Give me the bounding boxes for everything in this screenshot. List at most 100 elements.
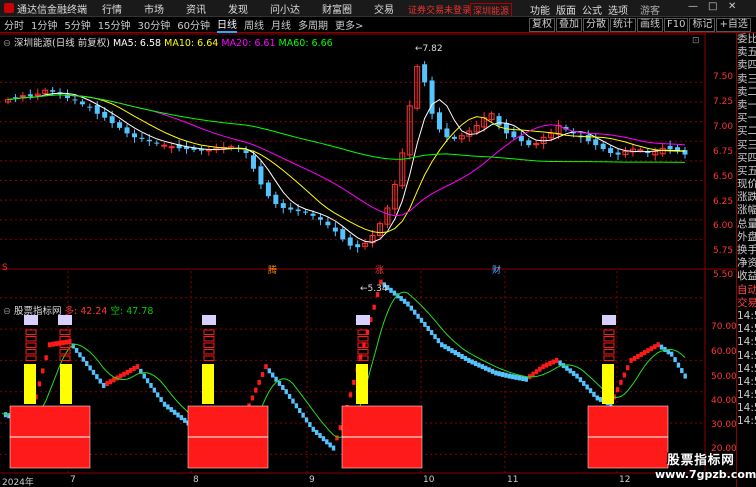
period-30min[interactable]: 30分钟 xyxy=(137,17,170,32)
indicator-bar xyxy=(595,395,599,401)
menu-banmian[interactable]: 版面 xyxy=(556,2,576,17)
menu-shichang[interactable]: 市场 xyxy=(144,1,164,16)
indicator-bar xyxy=(88,365,92,371)
candle-body xyxy=(146,139,152,142)
chart-collapse-icon[interactable]: ⊖ xyxy=(3,38,11,49)
menu-xuanxiang[interactable]: 选项 xyxy=(608,2,628,17)
indicator-bar xyxy=(254,387,258,393)
tongji-button[interactable]: 统计 xyxy=(610,18,636,32)
indicator-bar xyxy=(298,408,302,414)
ma5-value: MA5: 6.58 xyxy=(112,38,162,49)
add-watchlist-button[interactable]: +自选 xyxy=(716,18,751,32)
indicator-tick: 60.00 xyxy=(711,347,737,357)
close-icon[interactable]: ✕ xyxy=(728,1,736,12)
signal-yellow-bar xyxy=(60,364,72,404)
indicator-bar xyxy=(162,401,167,407)
login-notice[interactable]: 证券交易未登录 xyxy=(408,3,471,16)
period-1min[interactable]: 1分钟 xyxy=(31,17,57,32)
menu-jiaoyi[interactable]: 交易 xyxy=(374,1,394,16)
candle-body xyxy=(422,64,428,83)
indicator-bar xyxy=(649,346,654,352)
indicator-bar xyxy=(122,371,126,377)
watermark-title: 股票指标网 xyxy=(667,452,735,467)
stock-link[interactable]: 深圳能源 xyxy=(470,3,513,18)
period-fenshi[interactable]: 分时 xyxy=(4,17,24,32)
candle-body xyxy=(593,139,599,146)
event-marker[interactable]: 财 xyxy=(492,263,501,276)
indicator-bar xyxy=(37,381,42,387)
menu-zixun[interactable]: 资讯 xyxy=(186,1,206,16)
huaxian-button[interactable]: 画线 xyxy=(637,18,663,32)
indicator-bar xyxy=(183,417,187,423)
candle-body xyxy=(526,140,532,146)
quote-panel-item: 委比 xyxy=(737,33,756,45)
candle-body xyxy=(168,146,175,149)
indicator-bar xyxy=(673,357,677,363)
candle-body xyxy=(288,207,294,210)
user-label[interactable]: 游客 xyxy=(640,2,660,17)
candle-body xyxy=(637,149,644,152)
indicator-bar xyxy=(311,426,315,432)
indicator-bar xyxy=(250,395,255,401)
indicator-bar xyxy=(426,325,430,331)
indicator-bar xyxy=(646,348,650,354)
low-price-value: 5.34 xyxy=(367,284,388,294)
event-marker[interactable]: 腾 xyxy=(268,263,277,276)
menu-caifuquan[interactable]: 财富圈 xyxy=(322,1,352,16)
event-marker[interactable]: 涨 xyxy=(375,263,384,276)
minimize-icon[interactable]: — xyxy=(688,1,698,12)
indicator-bar xyxy=(118,373,123,379)
chevron-right-icon: > xyxy=(354,21,364,32)
signal-stack-mark xyxy=(203,342,215,348)
quote-panel-item: 卖二 xyxy=(737,85,756,98)
period-weekly[interactable]: 周线 xyxy=(244,17,264,32)
menu-gongshi[interactable]: 公式 xyxy=(582,2,602,17)
chart-toolbar: 复权 叠加 分散 统计 画线 F10 标记 +自选 xyxy=(528,18,751,32)
period-60min[interactable]: 60分钟 xyxy=(177,17,210,32)
candle-body xyxy=(340,229,346,240)
fuquan-button[interactable]: 复权 xyxy=(529,18,555,32)
candle-body xyxy=(251,155,257,169)
menu-faxian[interactable]: 发现 xyxy=(228,1,248,16)
biaoji-button[interactable]: 标记 xyxy=(689,18,716,32)
time-tick: 7 xyxy=(70,475,76,485)
time-tick: 12 xyxy=(619,475,631,485)
fensan-button[interactable]: 分散 xyxy=(583,18,609,32)
period-daily[interactable]: 日线 xyxy=(216,16,237,33)
period-multi[interactable]: 多周期 xyxy=(298,17,328,32)
candle-body xyxy=(94,105,100,114)
f10-button[interactable]: F10 xyxy=(664,18,689,32)
period-15min[interactable]: 15分钟 xyxy=(98,17,131,32)
indicator-collapse-icon[interactable]: ⊖ xyxy=(3,306,11,317)
expand-icon[interactable]: ⊡ xyxy=(692,36,700,46)
indicator-bar xyxy=(101,382,106,388)
menu-wenxiaoda[interactable]: 问小达 xyxy=(270,1,300,16)
signal-stack-mark xyxy=(25,355,37,361)
indicator-bar xyxy=(149,382,153,388)
indicator-bar xyxy=(257,379,261,385)
menu-gongneng[interactable]: 功能 xyxy=(530,2,550,17)
price-tick: 5.50 xyxy=(713,270,734,280)
period-5min[interactable]: 5分钟 xyxy=(64,17,90,32)
diejia-button[interactable]: 叠加 xyxy=(556,18,582,32)
signal-yellow-bar xyxy=(24,364,36,404)
indicator-bar xyxy=(544,362,549,368)
indicator-bar xyxy=(521,376,525,382)
signal-top-marker xyxy=(202,315,216,325)
quote-panel-item: 卖五 xyxy=(737,46,756,59)
indicator-bar xyxy=(440,342,444,348)
signal-yellow-bar xyxy=(602,364,614,404)
indicator-bar xyxy=(585,384,589,390)
period-more[interactable]: 更多> xyxy=(335,17,363,32)
kline-chart[interactable] xyxy=(0,33,736,474)
candle-body xyxy=(161,144,168,147)
period-monthly[interactable]: 月线 xyxy=(271,17,291,32)
candle-body xyxy=(295,209,301,212)
indicator-bar xyxy=(480,364,485,370)
indicator-bar xyxy=(494,370,498,376)
menu-hangqing[interactable]: 行情 xyxy=(102,1,122,16)
candle-body xyxy=(124,127,130,134)
time-tick: 11 xyxy=(507,475,519,485)
maximize-icon[interactable]: □ xyxy=(708,1,717,12)
candle-body xyxy=(72,99,78,101)
